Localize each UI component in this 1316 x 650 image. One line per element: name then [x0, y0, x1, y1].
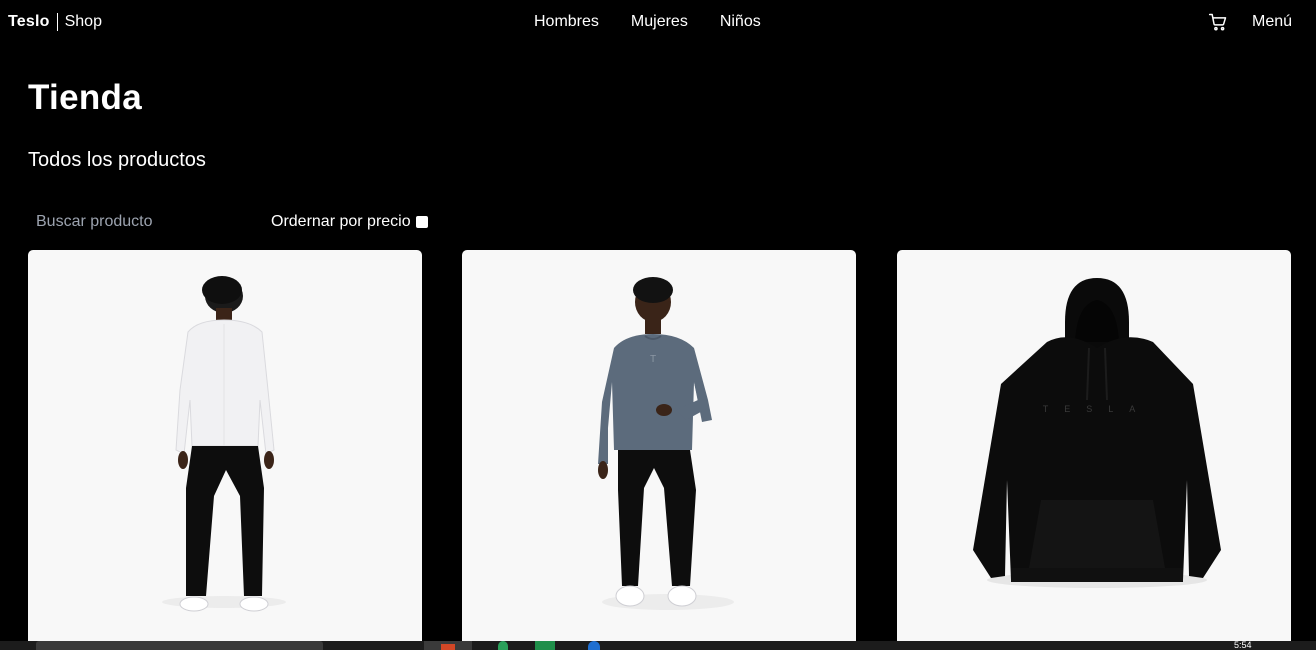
taskbar-app-icon — [441, 644, 455, 650]
taskbar-search-box[interactable] — [36, 641, 323, 650]
sort-by-price-control: Ordernar por precio — [271, 211, 428, 233]
brand-suffix: Shop — [64, 13, 102, 30]
product-card[interactable] — [28, 250, 422, 650]
product-card[interactable]: TESLA — [897, 250, 1291, 650]
os-taskbar: 5:54 — [0, 641, 1316, 650]
product-image[interactable]: T — [462, 250, 856, 650]
product-image[interactable] — [28, 250, 422, 650]
sort-by-price-label[interactable]: Ordernar por precio — [271, 211, 411, 233]
shopping-cart-icon[interactable] — [1208, 12, 1228, 32]
search-input[interactable] — [28, 208, 248, 236]
taskbar-app-icon[interactable] — [535, 641, 555, 650]
taskbar-clock: 5:54 — [1234, 640, 1252, 650]
page-title: Tienda — [28, 78, 142, 117]
nav-link-ninos[interactable]: Niños — [720, 12, 761, 32]
sort-by-price-checkbox[interactable] — [415, 216, 428, 228]
brand-divider — [56, 13, 58, 31]
nav-link-mujeres[interactable]: Mujeres — [631, 12, 688, 32]
product-image[interactable]: TESLA — [897, 250, 1291, 650]
taskbar-app-icon[interactable] — [498, 641, 508, 650]
page-subtitle: Todos los productos — [28, 149, 206, 171]
nav-link-hombres[interactable]: Hombres — [534, 12, 599, 32]
svg-text:T: T — [650, 354, 656, 365]
top-navbar: Teslo Shop Hombres Mujeres Niños Menú — [0, 0, 1316, 44]
hoodie-print-text: TESLA — [1043, 404, 1152, 414]
product-card[interactable]: T — [462, 250, 856, 650]
brand-logo[interactable]: Teslo Shop — [8, 12, 102, 32]
brand-name: Teslo — [8, 13, 50, 30]
taskbar-app-icon[interactable] — [588, 641, 600, 650]
category-nav: Hombres Mujeres Niños — [534, 12, 761, 32]
menu-button[interactable]: Menú — [1252, 12, 1292, 32]
